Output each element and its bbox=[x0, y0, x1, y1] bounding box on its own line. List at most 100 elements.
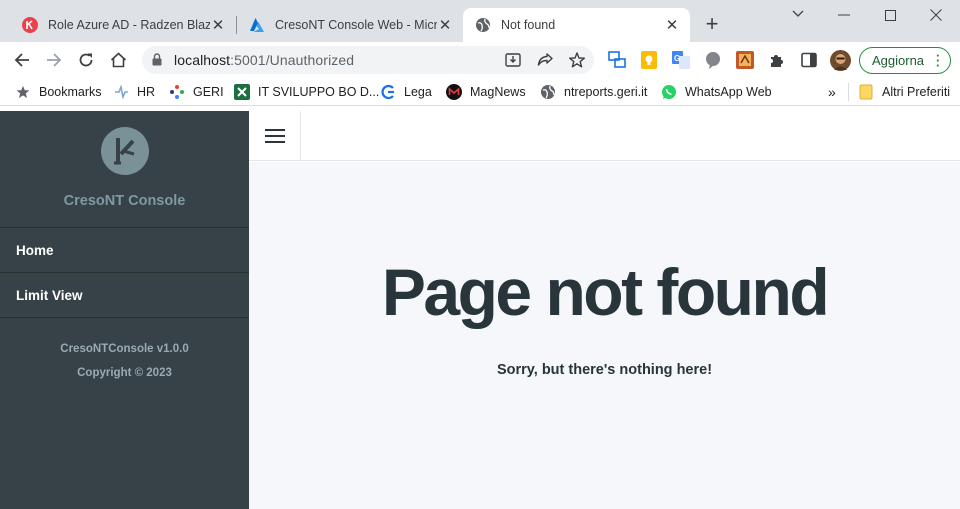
home-button[interactable] bbox=[106, 48, 130, 72]
globe-favicon-icon bbox=[476, 18, 490, 32]
arrow-left-icon bbox=[14, 53, 29, 67]
radzen-favicon-icon bbox=[22, 17, 38, 33]
new-tab-button[interactable]: + bbox=[701, 13, 723, 36]
chevron-down-icon bbox=[792, 10, 804, 17]
app-copyright: Copyright © 2023 bbox=[77, 367, 172, 379]
tab-radzen[interactable]: Role Azure AD - Radzen Blazor ✕ bbox=[10, 8, 236, 42]
browser-tab-strip: Role Azure AD - Radzen Blazor ✕ CresoNT … bbox=[0, 0, 960, 42]
bookmark-whatsapp[interactable]: WhatsApp Web bbox=[661, 83, 772, 101]
page-message: Sorry, but there's nothing here! bbox=[496, 362, 713, 378]
minimize-button[interactable] bbox=[821, 4, 867, 26]
tab-not-found[interactable]: Not found ✕ bbox=[463, 8, 690, 42]
bookmark-label: WhatsApp Web bbox=[685, 85, 772, 99]
extension-box[interactable] bbox=[736, 51, 754, 69]
hamburger-menu-icon bbox=[264, 129, 285, 143]
bookmark-label: GERI bbox=[193, 85, 224, 99]
avatar-icon bbox=[830, 50, 851, 71]
extensions-menu-button[interactable] bbox=[768, 51, 786, 69]
share-icon bbox=[537, 53, 553, 66]
bookmark-other-folder[interactable]: Altri Preferiti bbox=[858, 83, 950, 101]
keep-icon bbox=[641, 51, 657, 69]
extension-remote-desktop[interactable] bbox=[608, 51, 626, 69]
magnews-icon bbox=[446, 84, 462, 100]
close-icon bbox=[930, 9, 942, 21]
forward-button[interactable] bbox=[42, 48, 66, 72]
minimize-icon bbox=[838, 14, 850, 16]
update-chrome-button[interactable]: Aggiorna · · · bbox=[859, 47, 951, 74]
profile-avatar[interactable] bbox=[830, 50, 851, 71]
extension-translate[interactable]: G bbox=[672, 51, 690, 69]
whatsapp-icon bbox=[661, 84, 677, 100]
app-version: CresoNTConsole v1.0.0 bbox=[60, 343, 189, 355]
chat-bubble-icon bbox=[706, 52, 720, 69]
puzzle-icon bbox=[771, 55, 783, 67]
lock-icon[interactable] bbox=[152, 53, 162, 66]
bookmark-label: HR bbox=[137, 85, 156, 99]
page-title: Page not found bbox=[381, 255, 830, 329]
close-icon[interactable]: ✕ bbox=[437, 17, 453, 34]
url-path: :5001/Unauthorized bbox=[230, 52, 355, 68]
box-extension-icon bbox=[736, 51, 754, 69]
bookmark-geri[interactable]: GERI bbox=[169, 83, 224, 101]
browser-toolbar: localhost:5001/Unauthorized G Aggiorna ·… bbox=[0, 42, 960, 78]
bookmark-ntreports[interactable]: ntreports.geri.it bbox=[540, 83, 647, 101]
lega-icon bbox=[380, 84, 396, 100]
folder-icon bbox=[858, 84, 874, 100]
star-outline-icon bbox=[569, 52, 585, 68]
address-bar[interactable]: localhost:5001/Unauthorized bbox=[142, 46, 594, 74]
bookmarks-bar: Bookmarks HR GERI IT SVILUPPO BO D... Le… bbox=[0, 78, 960, 106]
maximize-icon bbox=[884, 9, 896, 21]
side-panel-icon bbox=[801, 52, 817, 68]
remote-desktop-icon bbox=[608, 51, 626, 68]
arrow-right-icon bbox=[47, 53, 62, 67]
bookmark-bookmarks[interactable]: Bookmarks bbox=[15, 83, 102, 101]
extension-bubble[interactable] bbox=[704, 51, 722, 69]
globe-icon bbox=[540, 84, 556, 100]
nav-item-limit-view[interactable]: Limit View bbox=[0, 273, 249, 317]
bookmark-star-button[interactable] bbox=[568, 51, 586, 69]
bookmarks-overflow-button[interactable]: » bbox=[828, 83, 836, 101]
home-icon bbox=[110, 52, 126, 68]
install-app-button[interactable] bbox=[504, 51, 522, 69]
sidebar-toggle-button[interactable] bbox=[249, 111, 301, 161]
bookmark-lega[interactable]: Lega bbox=[380, 83, 432, 101]
star-icon bbox=[15, 84, 31, 100]
tab-search-button[interactable] bbox=[775, 3, 821, 25]
bookmark-it-sviluppo[interactable]: IT SVILUPPO BO D... bbox=[234, 83, 379, 101]
hr-icon bbox=[113, 84, 129, 100]
side-panel-button[interactable] bbox=[800, 51, 818, 69]
reload-button[interactable] bbox=[74, 48, 98, 72]
translate-icon: G bbox=[672, 51, 690, 69]
extension-keep[interactable] bbox=[640, 51, 658, 69]
app-logo bbox=[101, 127, 149, 175]
kebab-menu-icon[interactable]: · · · bbox=[936, 49, 940, 72]
back-button[interactable] bbox=[10, 48, 34, 72]
share-button[interactable] bbox=[536, 51, 554, 69]
tab-title: CresoNT Console Web - Microsoft Azure bbox=[275, 18, 437, 32]
close-icon[interactable]: ✕ bbox=[664, 17, 680, 34]
tab-azure[interactable]: CresoNT Console Web - Microsoft Azure ✕ bbox=[237, 8, 463, 42]
bookmark-magnews[interactable]: MagNews bbox=[446, 83, 526, 101]
bookmarks-divider bbox=[848, 83, 849, 101]
sidebar: CresoNT Console Home Limit View CresoNTC… bbox=[0, 111, 249, 509]
update-label: Aggiorna bbox=[872, 53, 925, 68]
azure-favicon-icon bbox=[250, 18, 264, 32]
reload-icon bbox=[79, 53, 93, 67]
url-text[interactable]: localhost:5001/Unauthorized bbox=[174, 52, 354, 68]
nav-item-home[interactable]: Home bbox=[0, 228, 249, 272]
excel-icon bbox=[234, 84, 250, 100]
bookmark-label: ntreports.geri.it bbox=[564, 85, 648, 99]
bookmark-hr[interactable]: HR bbox=[113, 83, 155, 101]
close-window-button[interactable] bbox=[913, 4, 959, 26]
bookmark-label: Lega bbox=[404, 85, 432, 99]
nav-divider bbox=[0, 317, 249, 318]
tab-title: Not found bbox=[501, 18, 556, 32]
app-logo-icon bbox=[114, 138, 135, 165]
svg-text:G: G bbox=[674, 54, 680, 63]
geri-icon bbox=[169, 84, 185, 100]
close-icon[interactable]: ✕ bbox=[210, 17, 226, 34]
install-icon bbox=[505, 53, 521, 67]
maximize-button[interactable] bbox=[867, 4, 913, 26]
url-host: localhost bbox=[174, 52, 231, 68]
bookmark-label: Altri Preferiti bbox=[882, 85, 951, 99]
